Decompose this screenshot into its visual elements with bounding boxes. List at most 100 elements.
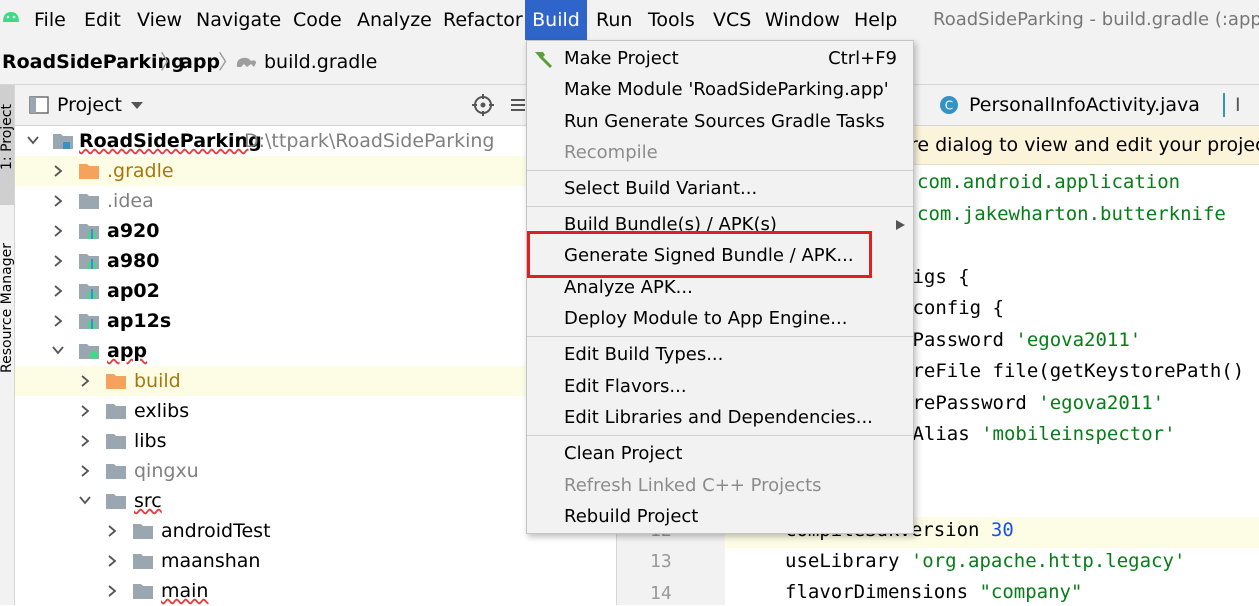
tree-item-label: build — [134, 370, 181, 392]
line-number: 13 — [650, 551, 672, 572]
menu-file[interactable]: File — [34, 0, 66, 40]
menu-bar: File Edit View Navigate Code Analyze Ref… — [0, 0, 1259, 40]
window-title: RoadSideParking - build.gradle (:app) — [933, 9, 1259, 30]
module-icon — [79, 224, 99, 239]
menu-item-rebuild-project[interactable]: Rebuild Project — [527, 501, 913, 532]
menu-edit[interactable]: Edit — [84, 0, 121, 40]
chevron-down-icon[interactable] — [52, 336, 64, 366]
tree-item-maanshan[interactable]: maanshan — [15, 546, 615, 576]
tab-label: PersonalInfoActivity.java — [969, 94, 1200, 116]
tree-item-label: a920 — [107, 220, 160, 242]
menu-item-deploy-app-engine[interactable]: Deploy Module to App Engine... — [527, 303, 913, 334]
menu-item-edit-flavors[interactable]: Edit Flavors... — [527, 371, 913, 402]
build-menu-dropdown: Make Project Ctrl+F9 Make Module 'RoadSi… — [526, 40, 914, 534]
tree-item-ap02[interactable]: ap02 — [15, 276, 615, 306]
tree-item-src[interactable]: src — [15, 486, 615, 516]
tree-item-path: D:\ttpark\RoadSideParking — [244, 130, 495, 152]
chevron-down-icon[interactable] — [79, 486, 91, 516]
chevron-right-icon[interactable] — [52, 186, 64, 216]
chevron-right-icon[interactable] — [79, 426, 91, 456]
menu-vcs[interactable]: VCS — [713, 0, 751, 40]
module-icon — [79, 254, 99, 269]
gradle-icon — [236, 57, 256, 67]
menu-code[interactable]: Code — [293, 0, 342, 40]
chevron-right-icon[interactable] — [106, 576, 118, 606]
tree-item-a980[interactable]: a980 — [15, 246, 615, 276]
chevron-right-icon[interactable] — [79, 456, 91, 486]
menu-item-clean-project[interactable]: Clean Project — [527, 438, 913, 469]
tree-item-exlibs[interactable]: exlibs — [15, 396, 615, 426]
code-line: oreFile file(getKeystorePath() — [901, 360, 1245, 382]
module-icon — [79, 284, 99, 299]
left-tool-strip: 1: Project Resource Manager — [0, 85, 15, 605]
tree-item-label: app — [107, 340, 148, 362]
chevron-right-icon[interactable] — [79, 366, 91, 396]
chevron-down-icon[interactable] — [131, 102, 143, 109]
tree-item-libs[interactable]: libs — [15, 426, 615, 456]
tree-item-app[interactable]: app — [15, 336, 615, 366]
chevron-right-icon[interactable] — [106, 546, 118, 576]
project-tree: RoadSideParking D:\ttpark\RoadSideParkin… — [15, 126, 615, 605]
project-view-icon — [29, 96, 49, 114]
menu-help[interactable]: Help — [854, 0, 897, 40]
tree-item-idea[interactable]: .idea — [15, 186, 615, 216]
locate-file-icon[interactable] — [472, 94, 494, 116]
menu-run[interactable]: Run — [596, 0, 632, 40]
folder-icon — [133, 584, 153, 599]
tree-item-root[interactable]: RoadSideParking D:\ttpark\RoadSideParkin… — [15, 126, 615, 156]
menu-tools[interactable]: Tools — [648, 0, 695, 40]
chevron-right-icon[interactable] — [52, 246, 64, 276]
menu-item-make-module[interactable]: Make Module 'RoadSideParking.app' — [527, 74, 913, 105]
menu-separator — [527, 435, 913, 436]
code-line: orePassword 'egova2011' — [901, 392, 1165, 414]
tree-item-build[interactable]: build — [15, 366, 615, 396]
tree-item-qingxu[interactable]: qingxu — [15, 456, 615, 486]
folder-icon — [133, 554, 153, 569]
folder-icon — [106, 434, 126, 449]
menu-refactor[interactable]: Refactor — [443, 0, 523, 40]
chevron-right-icon[interactable] — [52, 216, 64, 246]
breadcrumb-file[interactable]: build.gradle — [264, 40, 377, 84]
menu-item-make-project[interactable]: Make Project Ctrl+F9 — [527, 43, 913, 74]
tree-item-label: exlibs — [134, 400, 190, 422]
java-class-icon: C — [940, 96, 958, 114]
chevron-down-icon[interactable] — [27, 126, 39, 156]
project-tool-tab[interactable]: 1: Project — [0, 85, 14, 205]
chevron-right-icon[interactable] — [52, 306, 64, 336]
menu-window[interactable]: Window — [765, 0, 840, 40]
chevron-right-icon[interactable] — [106, 516, 118, 546]
menu-item-refresh-linked-cpp: Refresh Linked C++ Projects — [564, 475, 822, 496]
collapse-all-icon[interactable] — [511, 96, 525, 114]
tree-item-label: ap12s — [107, 310, 172, 332]
project-view-selector[interactable]: Project — [57, 85, 122, 125]
tree-item-main[interactable]: main — [15, 576, 615, 606]
tree-item-gradle[interactable]: .gradle — [15, 156, 615, 186]
menu-item-edit-libraries[interactable]: Edit Libraries and Dependencies... — [527, 402, 913, 433]
menu-item-run-generate-sources[interactable]: Run Generate Sources Gradle Tasks — [527, 106, 913, 137]
menu-navigate[interactable]: Navigate — [196, 0, 281, 40]
menu-analyze[interactable]: Analyze — [357, 0, 432, 40]
code-line: com.android.application — [917, 171, 1181, 193]
tree-item-label: androidTest — [161, 520, 271, 542]
code-line: econfig { — [901, 297, 1004, 319]
hammer-icon — [535, 52, 553, 69]
chevron-right-icon[interactable] — [52, 156, 64, 186]
tree-item-a920[interactable]: a920 — [15, 216, 615, 246]
tree-item-label: .gradle — [107, 160, 174, 182]
chevron-right-icon[interactable] — [79, 396, 91, 426]
tree-item-androidtest[interactable]: androidTest — [15, 516, 615, 546]
menu-item-edit-build-types[interactable]: Edit Build Types... — [527, 339, 913, 370]
chevron-right-icon[interactable] — [52, 276, 64, 306]
breadcrumb-module[interactable]: app — [180, 40, 220, 84]
breadcrumb-project[interactable]: RoadSideParking — [2, 40, 185, 84]
menu-item-select-build-variant[interactable]: Select Build Variant... — [527, 173, 913, 204]
menu-view[interactable]: View — [137, 0, 182, 40]
resource-manager-tab[interactable]: Resource Manager — [0, 225, 14, 385]
svg-text:C: C — [945, 99, 953, 113]
tree-item-ap12s[interactable]: ap12s — [15, 306, 615, 336]
menu-build[interactable]: Build — [525, 0, 587, 40]
tree-item-label: maanshan — [161, 550, 261, 572]
annotation-highlight-box — [527, 231, 872, 278]
folder-icon — [79, 194, 99, 209]
banner-text: re dialog to view and edit your project … — [910, 134, 1259, 156]
